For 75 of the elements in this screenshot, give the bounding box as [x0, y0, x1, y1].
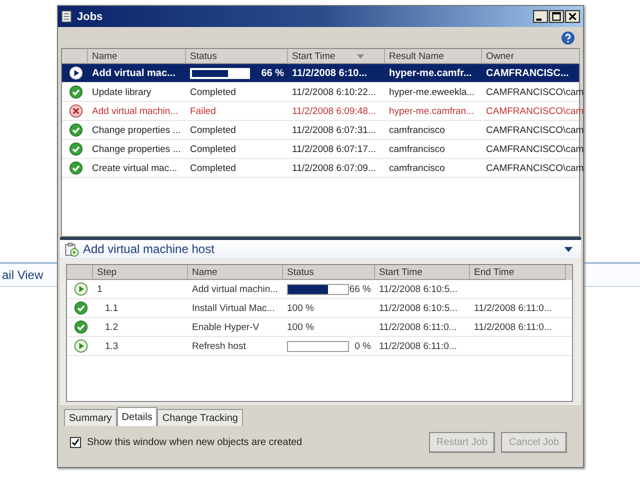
start-time: 11/2/2008 6:10... [292, 68, 368, 78]
progress-reading: 66 % [349, 284, 372, 294]
job-status: Completed [190, 86, 236, 98]
job-name: Add virtual mac... [92, 68, 176, 78]
step-number: 1.3 [104, 340, 118, 352]
end-time: 11/2/2008 6:11:0... [474, 302, 552, 314]
checkbox-label: Show this window when new objects are created [87, 437, 302, 448]
step-name: Enable Hyper-V [192, 322, 260, 332]
start-time: 11/2/2008 6:07:31... [292, 124, 376, 136]
tab[interactable]: Summary [64, 409, 117, 426]
result-name: hyper-me.camfr... [389, 68, 472, 78]
step-status: 100 % [287, 322, 314, 332]
tab[interactable]: Details [116, 407, 158, 426]
check-icon [69, 142, 83, 156]
progress-reading: 0 % [354, 340, 372, 352]
column-header[interactable]: End Time [470, 265, 566, 280]
details-title: Add virtual machine host [83, 242, 214, 256]
job-owner: CAMFRANCISC... [486, 68, 569, 78]
job-name: Create virtual mac... [92, 162, 177, 174]
progress-bar [190, 68, 250, 78]
job-name: Change properties ... [92, 124, 181, 136]
step-number: 1.2 [104, 322, 118, 332]
step-status: 100 % [287, 302, 314, 314]
step-number: 1.1 [104, 302, 118, 314]
column-header[interactable]: Start Time [375, 265, 470, 280]
result-name: hyper-me.eweekla... [389, 86, 475, 98]
caret-icon[interactable] [564, 246, 573, 252]
start-time: 11/2/2008 6:07:17... [292, 144, 376, 154]
error-icon [69, 104, 83, 118]
job-name: Update library [92, 86, 152, 98]
column-header[interactable]: Step [93, 265, 188, 280]
job-name: Add virtual machin... [92, 106, 178, 116]
job-row[interactable]: Add virtual mac... 66 % 11/2/2008 6:10... hyper-me.camfr... CAMFRANCISC... [62, 64, 579, 83]
job-status: Completed [190, 162, 236, 174]
job-status: Completed [190, 124, 236, 136]
check-icon [74, 301, 88, 315]
progress-bar [287, 284, 349, 294]
play-icon [74, 282, 88, 296]
tab[interactable]: Change Tracking [157, 409, 243, 426]
minimize-button[interactable] [533, 10, 548, 23]
view-label: ail View [2, 268, 44, 282]
start-time: 11/2/2008 6:11:0... [379, 340, 457, 352]
job-status: Completed [190, 144, 236, 154]
job-name: Change properties ... [92, 144, 181, 154]
step-name: Install Virtual Mac... [192, 302, 275, 314]
column-header[interactable]: Status [283, 265, 375, 280]
start-time: 11/2/2008 6:07:09... [292, 162, 376, 174]
play-icon [69, 66, 83, 80]
step-name: Refresh host [192, 340, 246, 352]
start-time: 11/2/2008 6:10:22... [292, 86, 376, 98]
window-title: Jobs [77, 10, 103, 22]
start-time: 11/2/2008 6:10:5... [379, 284, 458, 294]
checkbox[interactable] [70, 437, 81, 448]
progress-reading: 66 % [261, 68, 285, 78]
close-button[interactable] [565, 10, 580, 23]
check-icon [69, 123, 83, 137]
check-icon [69, 85, 83, 99]
document-icon [61, 10, 72, 23]
column-header[interactable]: Name [188, 265, 283, 280]
check-icon [69, 161, 83, 175]
result-name: camfrancisco [389, 124, 445, 136]
maximize-button[interactable] [549, 10, 564, 23]
step-name: Add virtual machin... [192, 284, 278, 294]
step-number: 1 [97, 284, 102, 294]
job-status: Failed [190, 106, 216, 116]
check-icon [74, 320, 88, 334]
result-name: camfrancisco [389, 162, 445, 174]
end-time: 11/2/2008 6:11:0... [474, 322, 552, 332]
result-name: hyper-me.camfran... [389, 106, 474, 116]
play-icon [74, 339, 88, 353]
start-time: 11/2/2008 6:10:5... [379, 302, 458, 314]
start-time: 11/2/2008 6:11:0... [379, 322, 457, 332]
help-icon[interactable] [561, 30, 575, 44]
result-name: camfrancisco [389, 144, 445, 154]
start-time: 11/2/2008 6:09:48... [292, 106, 376, 116]
